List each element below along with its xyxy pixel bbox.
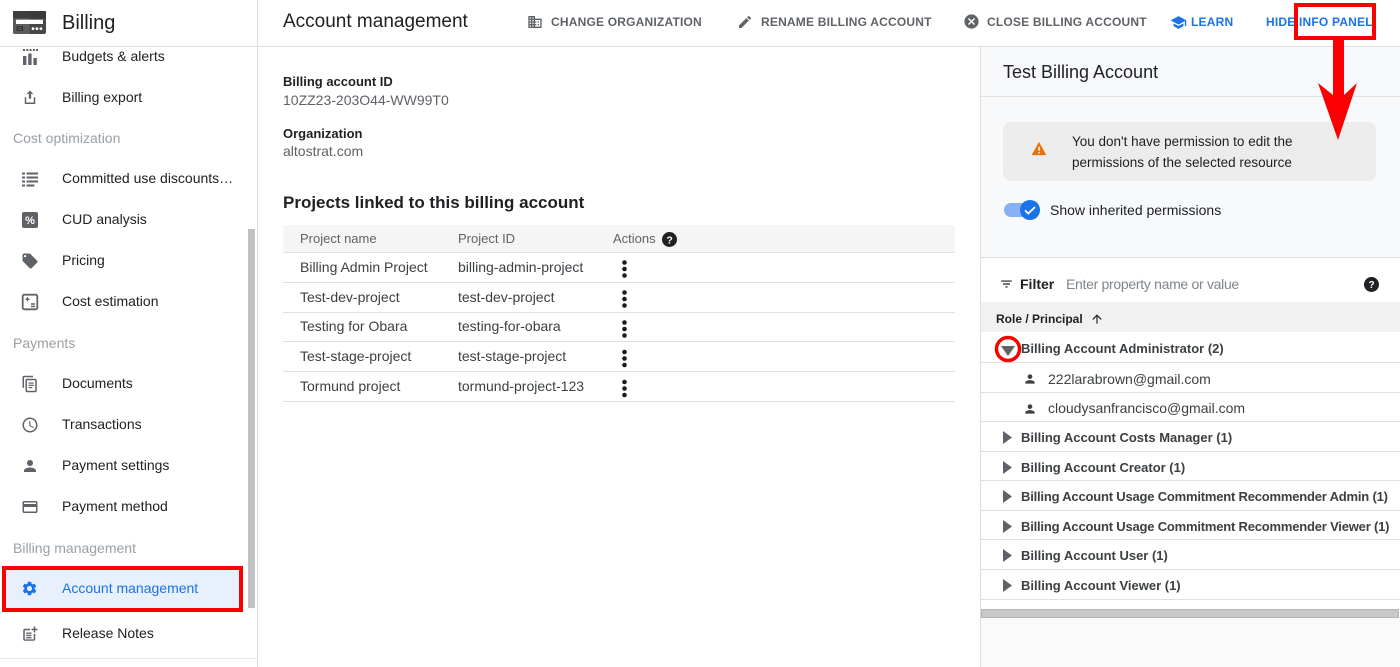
svg-text:%: %	[25, 215, 35, 227]
svg-text:?: ?	[666, 234, 672, 246]
svg-text:?: ?	[1368, 280, 1374, 291]
